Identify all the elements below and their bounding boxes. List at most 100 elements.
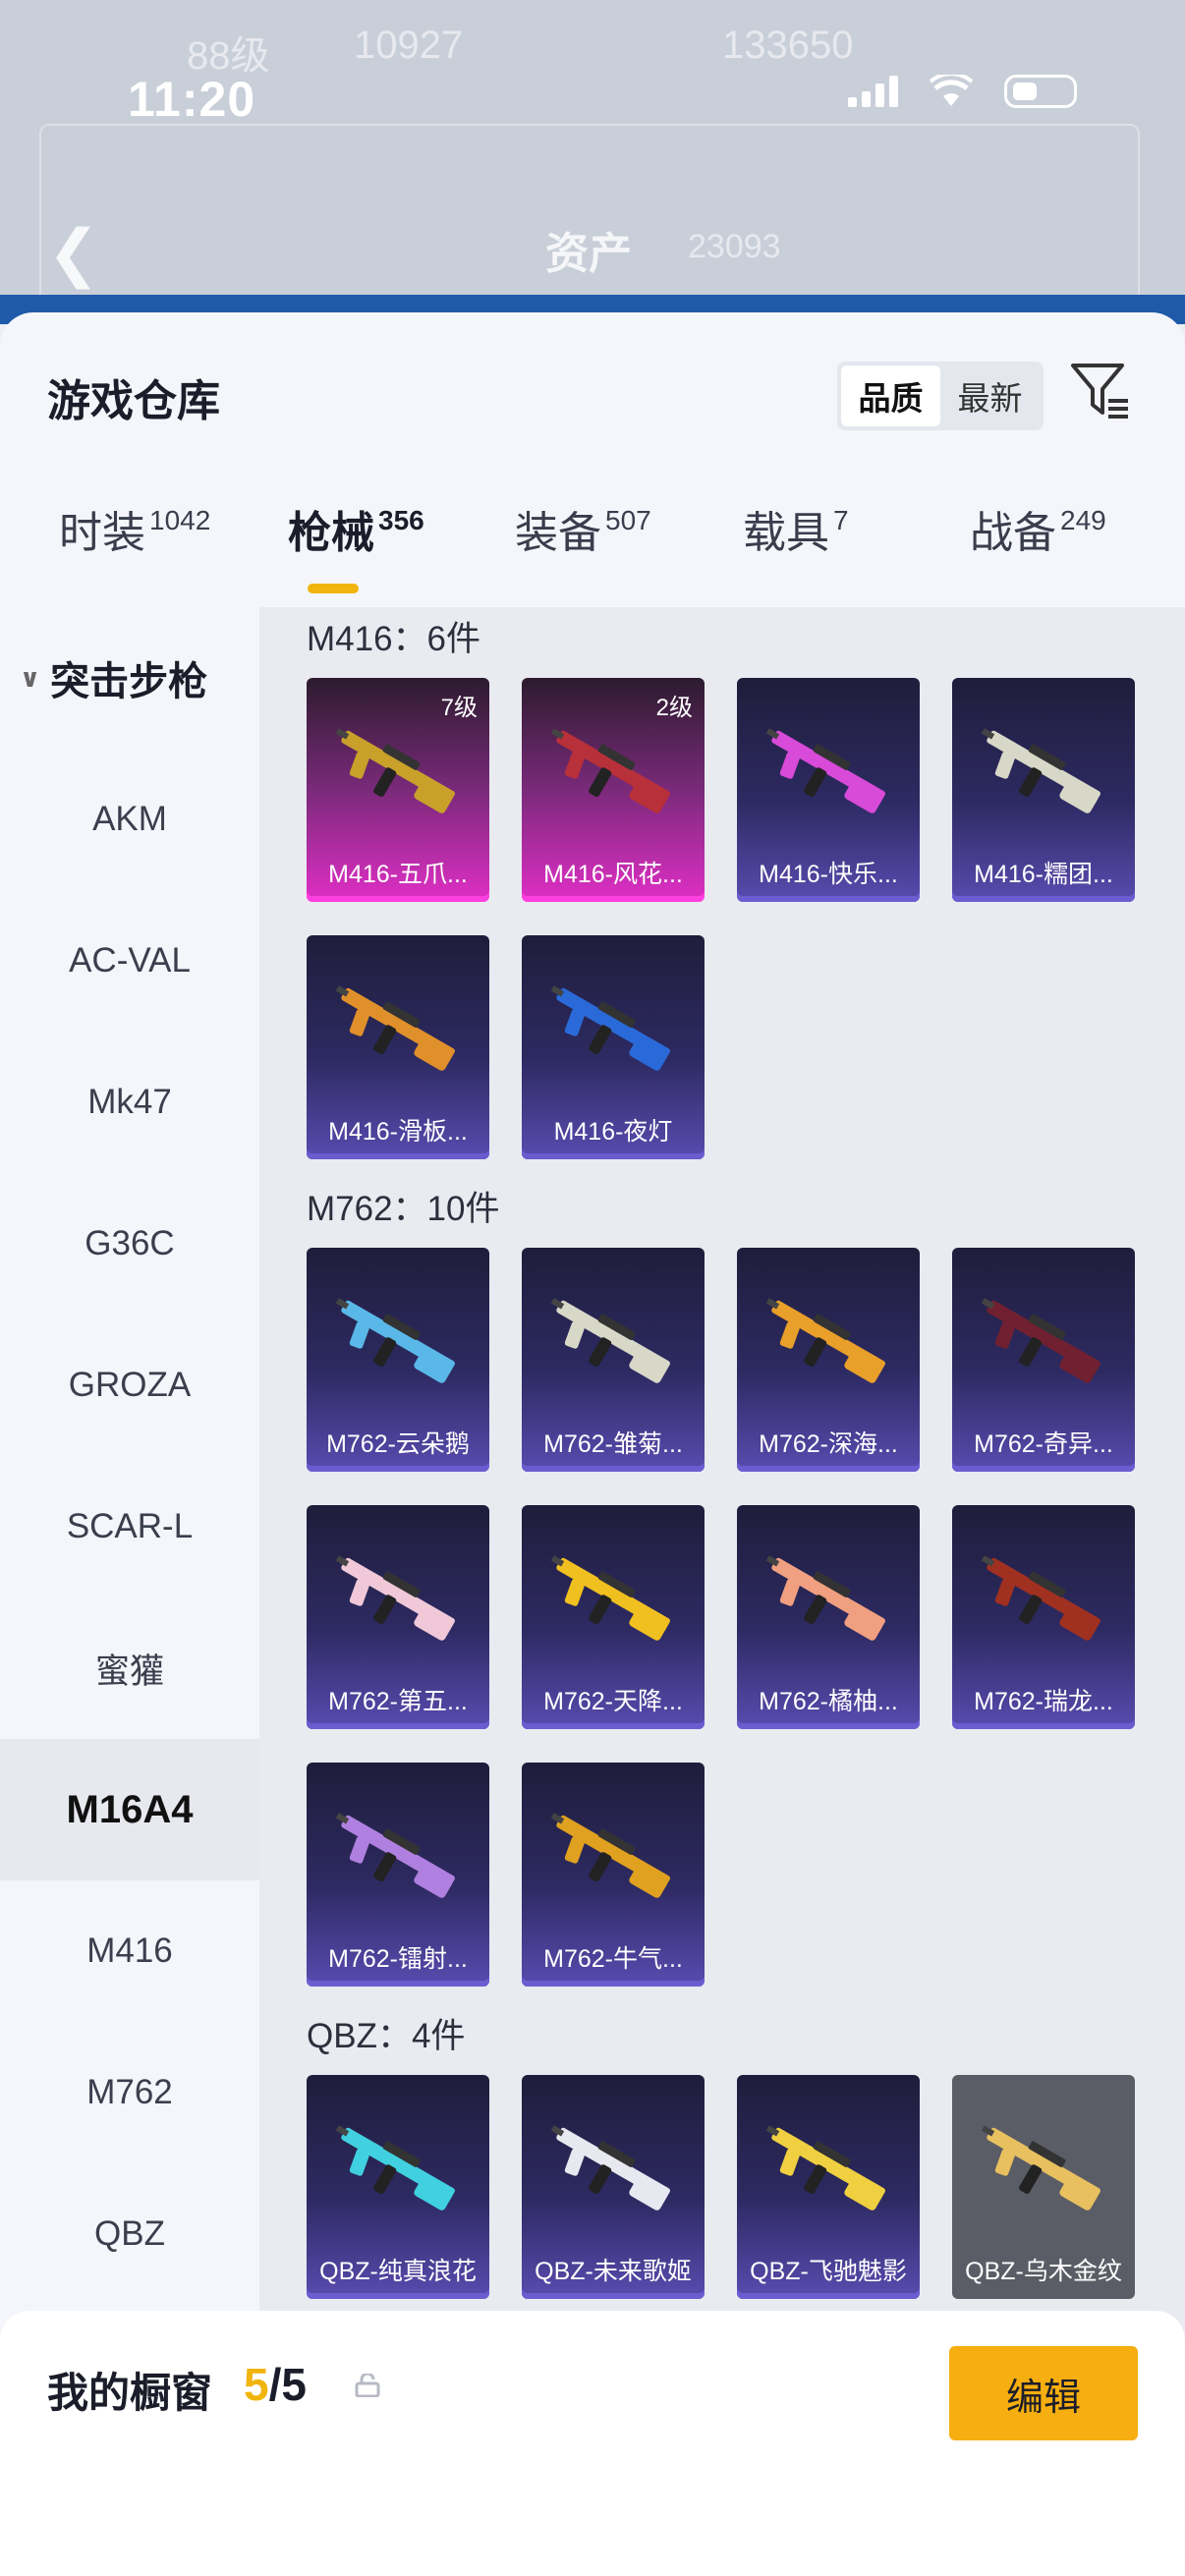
item-card[interactable]: M416-滑板... [307,935,489,1159]
status-time: 11:20 [128,72,256,127]
rifle-icon [765,2125,885,2211]
tab-count: 507 [605,505,651,535]
item-level: 2级 [655,695,693,721]
score-left: 10927 [354,24,464,67]
category-item[interactable]: AC-VAL [0,890,259,1032]
showcase-current: 5 [244,2359,269,2410]
item-grid: M416：6件 7级 M416-五爪... 2级 M416-风花... M416-快乐..… [259,607,1185,2576]
signal-icon [848,76,898,107]
item-card[interactable]: M762-镭射... [307,1763,489,1987]
item-card[interactable]: QBZ-飞驰魅影 [737,2075,920,2299]
category-tabs: 时装 1042 枪械 356 装备 507 载具 7 战备 249 [0,497,1185,605]
warehouse-sheet: 游戏仓库 品质 最新 时装 1042 枪械 356 装备 507 载具 7 战备 249 … [0,312,1185,2576]
tab-fashion[interactable]: 时装 1042 [59,497,210,560]
category-item[interactable]: M16A4 [0,1739,259,1880]
category-item[interactable]: M762 [0,2022,259,2163]
sort-toggle: 品质 最新 [837,362,1044,430]
item-card[interactable]: QBZ-乌木金纹 [952,2075,1135,2299]
tab-equipment[interactable]: 装备 507 [515,497,651,560]
item-card[interactable]: QBZ-未来歌姬 [522,2075,705,2299]
item-name: QBZ-乌木金纹 [965,2258,1122,2285]
rifle-icon [981,1555,1100,1641]
tab-vehicles[interactable]: 载具 7 [743,497,849,560]
edit-button[interactable]: 编辑 [949,2346,1138,2440]
score-right: 133650 [722,24,854,67]
item-card[interactable]: M416-夜灯 [522,935,705,1159]
item-name: M762-镭射... [328,1945,468,1973]
rifle-icon [765,1555,885,1641]
category-item[interactable]: GROZA [0,1315,259,1456]
item-card[interactable]: 2级 M416-风花... [522,678,705,902]
item-card[interactable]: M762-雏菊... [522,1248,705,1472]
category-list: ∨ 突击步枪 AKM AC-VAL Mk47 G36C GROZA SCAR-L 蜜獾 M16… [0,607,259,2576]
rifle-icon [981,728,1100,813]
filter-icon[interactable] [1069,360,1132,422]
item-name: M762-雏菊... [543,1430,683,1458]
item-name: M762-橘柚... [759,1688,898,1715]
item-name: M416-风花... [543,861,683,888]
rifle-icon [981,2125,1100,2211]
item-name: M416-滑板... [328,1118,468,1146]
item-name: M762-牛气... [543,1945,683,1973]
item-card[interactable]: M762-奇异... [952,1248,1135,1472]
tab-count: 249 [1060,505,1106,535]
tab-label: 枪械 [288,509,374,557]
rifle-icon [335,1298,455,1383]
item-card[interactable]: M416-糯团... [952,678,1135,902]
item-card[interactable]: M762-牛气... [522,1763,705,1987]
category-item[interactable]: SCAR-L [0,1456,259,1597]
tab-count: 7 [833,505,849,535]
rifle-icon [335,728,455,813]
item-name: M762-云朵鹅 [326,1430,470,1458]
asset-title: 资产 [545,230,632,278]
item-card[interactable]: M762-云朵鹅 [307,1248,489,1472]
category-header[interactable]: ∨ 突击步枪 [20,607,207,749]
tab-count: 356 [378,505,424,535]
tab-guns[interactable]: 枪械 356 [288,497,424,560]
back-icon[interactable]: ❮ [47,216,100,290]
wifi-icon [930,75,973,106]
section-title: M416：6件 [307,620,481,658]
item-name: M416-糯团... [974,861,1113,888]
item-name: QBZ-纯真浪花 [319,2258,477,2285]
item-card[interactable]: M762-天降... [522,1505,705,1729]
item-card[interactable]: 7级 M416-五爪... [307,678,489,902]
category-item[interactable]: QBZ [0,2163,259,2305]
active-tab-indicator [308,584,359,593]
category-item[interactable]: G36C [0,1173,259,1315]
item-card[interactable]: M416-快乐... [737,678,920,902]
rifle-icon [765,728,885,813]
category-item[interactable]: Mk47 [0,1032,259,1173]
showcase-label: 我的橱窗 [47,2370,213,2416]
sheet-title: 游戏仓库 [47,377,220,425]
item-name: M762-瑞龙... [974,1688,1113,1715]
item-card[interactable]: M762-瑞龙... [952,1505,1135,1729]
item-card[interactable]: M762-橘柚... [737,1505,920,1729]
category-item[interactable]: 蜜獾 [0,1597,259,1739]
item-name: M762-深海... [759,1430,898,1458]
rifle-icon [550,1555,670,1641]
sort-quality[interactable]: 品质 [841,365,940,426]
tab-label: 时装 [59,509,145,557]
item-name: M416-快乐... [759,861,898,888]
category-item[interactable]: M416 [0,1880,259,2022]
tab-label: 战备 [970,509,1056,557]
item-name: M416-五爪... [328,861,468,888]
lock-icon [355,2374,380,2397]
item-name: M416-夜灯 [553,1118,673,1146]
section-title: QBZ：4件 [307,2017,466,2055]
tab-label: 载具 [743,509,829,557]
sort-newest[interactable]: 最新 [940,365,1040,426]
rifle-icon [335,985,455,1071]
item-name: QBZ-飞驰魅影 [750,2258,907,2285]
item-name: QBZ-未来歌姬 [535,2258,692,2285]
item-card[interactable]: QBZ-纯真浪花 [307,2075,489,2299]
rifle-icon [335,2125,455,2211]
item-card[interactable]: M762-第五... [307,1505,489,1729]
tab-battle-gear[interactable]: 战备 249 [970,497,1106,560]
category-item[interactable]: AKM [0,749,259,890]
status-icons [848,75,1077,108]
rifle-icon [550,728,670,813]
item-card[interactable]: M762-深海... [737,1248,920,1472]
showcase-total: /5 [268,2359,307,2410]
